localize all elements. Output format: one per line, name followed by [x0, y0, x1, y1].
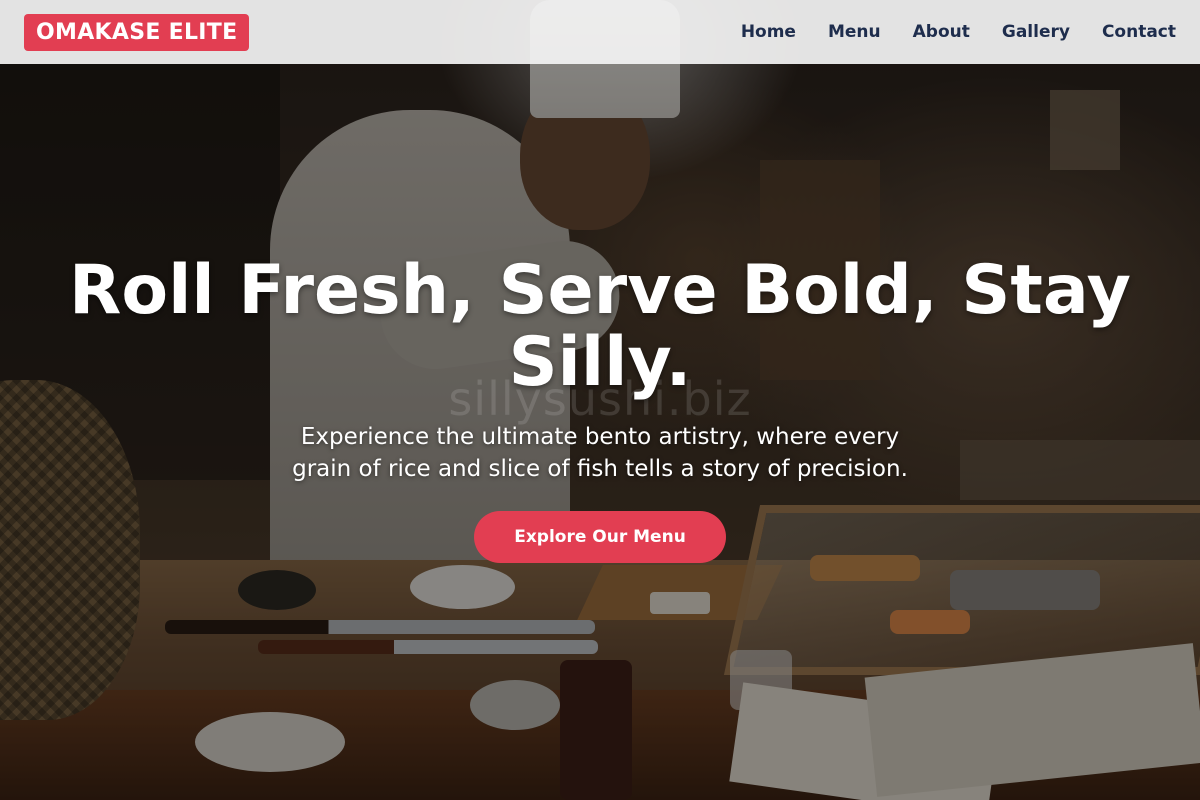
nav-links: Home Menu About Gallery Contact [741, 22, 1176, 42]
navbar: OMAKASE ELITE Home Menu About Gallery Co… [0, 0, 1200, 64]
hero-subtitle: Experience the ultimate bento artistry, … [292, 424, 908, 482]
hero-content: Roll Fresh, Serve Bold, Stay Silly. Expe… [0, 255, 1200, 563]
nav-link-about[interactable]: About [913, 22, 970, 42]
nav-link-gallery[interactable]: Gallery [1002, 22, 1070, 42]
explore-menu-button[interactable]: Explore Our Menu [474, 511, 726, 563]
nav-link-home[interactable]: Home [741, 22, 796, 42]
nav-link-menu[interactable]: Menu [828, 22, 881, 42]
nav-link-contact[interactable]: Contact [1102, 22, 1176, 42]
brand-logo[interactable]: OMAKASE ELITE [24, 13, 250, 51]
hero-title: Roll Fresh, Serve Bold, Stay Silly. [69, 251, 1131, 402]
